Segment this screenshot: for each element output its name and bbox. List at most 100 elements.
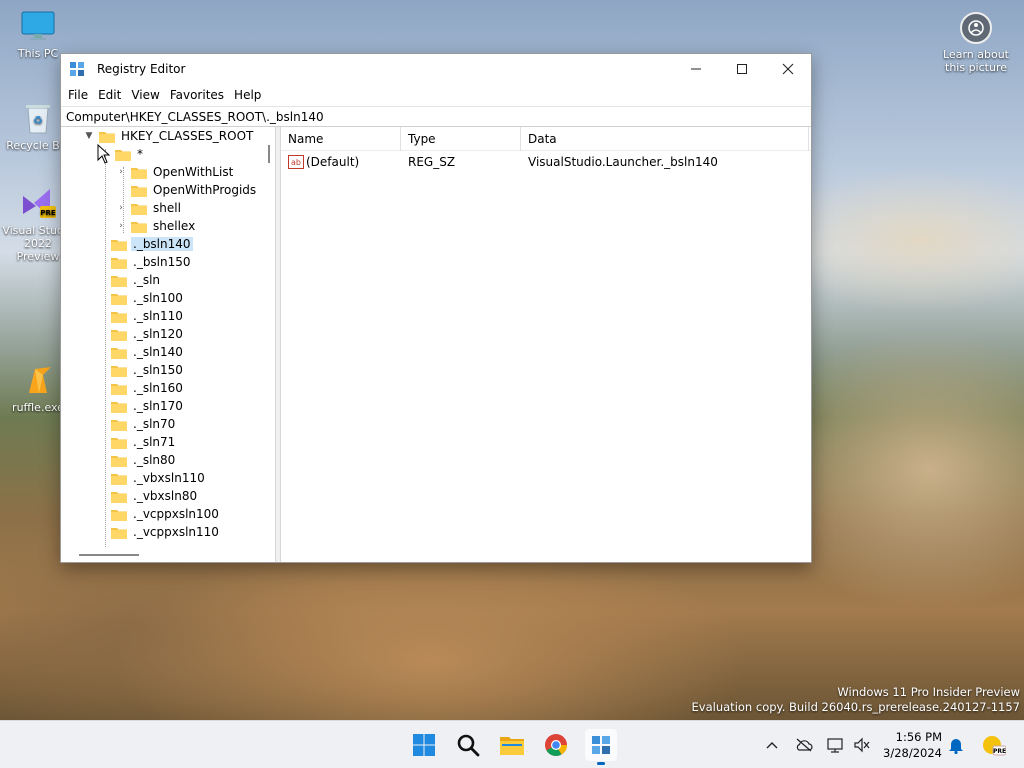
maximize-button[interactable]	[719, 54, 765, 84]
address-bar[interactable]: Computer\HKEY_CLASSES_ROOT\._bsln140	[61, 106, 811, 127]
type-cell: REG_SZ	[401, 155, 521, 169]
clock[interactable]: 1:56 PM 3/28/2024	[872, 729, 942, 761]
tree-item[interactable]: ._sln70	[111, 415, 177, 433]
key-tree[interactable]: ▼ HKEY_CLASSES_ROOT * › OpenWithList Ope…	[61, 127, 275, 562]
watermark-line2: Evaluation copy. Build 26040.rs_prerelea…	[691, 700, 1020, 714]
menu-view[interactable]: View	[126, 88, 164, 102]
tree-item[interactable]: ._sln110	[111, 307, 185, 325]
volume-button[interactable]	[852, 735, 872, 755]
tree-item-label: ._vbxsln110	[133, 471, 205, 485]
watermark-line1: Windows 11 Pro Insider Preview	[837, 685, 1020, 699]
tree-item-label: ._vcppxsln100	[133, 507, 219, 521]
svg-text:♻: ♻	[33, 114, 43, 127]
tree-item[interactable]: ._sln150	[111, 361, 185, 379]
tree-item[interactable]: ._sln80	[111, 451, 177, 469]
column-data[interactable]: Data	[521, 126, 809, 151]
menu-edit[interactable]: Edit	[93, 88, 126, 102]
menu-favorites[interactable]: Favorites	[165, 88, 229, 102]
tree-guide-line	[105, 149, 106, 549]
tree-item-shellex[interactable]: › shellex	[115, 217, 197, 235]
tree-item[interactable]: ._bsln150	[111, 253, 193, 271]
chevron-up-icon	[766, 742, 778, 749]
taskbar: 1:56 PM 3/28/2024 PRE	[0, 720, 1024, 768]
window-title: Registry Editor	[97, 62, 186, 76]
onedrive-button[interactable]	[794, 735, 814, 755]
tree-item-label: ._sln120	[133, 327, 183, 341]
folder-icon	[111, 491, 127, 503]
menu-bar: File Edit View Favorites Help	[61, 84, 811, 106]
tree-item-label: ._sln110	[133, 309, 183, 323]
notifications-button[interactable]	[946, 735, 966, 755]
show-hidden-icons-button[interactable]	[762, 735, 782, 755]
tree-item[interactable]: ._sln100	[111, 289, 185, 307]
recycle-bin-icon: ♻	[20, 100, 56, 136]
tree-item-root[interactable]: ▼ HKEY_CLASSES_ROOT	[83, 127, 255, 145]
insider-badge-button[interactable]: PRE	[982, 735, 1006, 756]
tree-item-openwithlist[interactable]: › OpenWithList	[115, 163, 235, 181]
chrome-icon	[545, 734, 567, 756]
build-watermark: Windows 11 Pro Insider Preview Evaluatio…	[692, 685, 1020, 715]
tree-vertical-scrollbar[interactable]	[263, 127, 275, 547]
folder-icon	[111, 347, 127, 359]
tree-item-label: ._sln100	[133, 291, 183, 305]
scrollbar-thumb[interactable]	[79, 554, 139, 556]
tree-item-label: OpenWithProgids	[153, 183, 257, 197]
mouse-cursor-icon	[97, 144, 111, 164]
tree-item-label: HKEY_CLASSES_ROOT	[121, 129, 254, 143]
tree-item-label: ._sln	[133, 273, 161, 287]
folder-icon	[111, 257, 127, 269]
tree-item-openwithprogids[interactable]: OpenWithProgids	[115, 181, 258, 199]
learn-about-picture[interactable]: Learn about this picture	[936, 8, 1016, 74]
tree-item-label: shell	[153, 201, 181, 215]
folder-icon	[111, 419, 127, 431]
registry-editor-taskbar-button[interactable]	[585, 729, 617, 765]
menu-help[interactable]: Help	[229, 88, 266, 102]
tree-item-selected[interactable]: ._bsln140	[111, 235, 193, 253]
tree-horizontal-scrollbar[interactable]	[61, 547, 275, 562]
chrome-button[interactable]	[540, 729, 572, 761]
tree-item[interactable]: ._sln140	[111, 343, 185, 361]
tree-item[interactable]: ._sln	[111, 271, 162, 289]
tree-item[interactable]: ._sln71	[111, 433, 177, 451]
cloud-offline-icon	[796, 738, 813, 752]
chevron-right-icon[interactable]: ›	[115, 163, 127, 181]
title-bar[interactable]: Registry Editor	[61, 54, 811, 84]
chevron-down-icon[interactable]: ▼	[83, 127, 95, 145]
registry-editor-window[interactable]: Registry Editor File Edit View Favorites…	[60, 53, 812, 563]
bell-icon	[949, 739, 963, 754]
tree-item[interactable]: ._vbxsln80	[111, 487, 199, 505]
scrollbar-thumb[interactable]	[268, 145, 270, 163]
tree-item[interactable]: ._sln170	[111, 397, 185, 415]
tree-item[interactable]: ._vcppxsln110	[111, 523, 221, 541]
menu-file[interactable]: File	[63, 88, 93, 102]
tree-item[interactable]: ._vcppxsln100	[111, 505, 221, 523]
tree-item-label: ._sln170	[133, 399, 183, 413]
folder-icon	[111, 329, 127, 341]
search-button[interactable]	[452, 729, 484, 761]
table-row[interactable]: ab (Default) REG_SZ VisualStudio.Launche…	[281, 152, 811, 172]
value-list[interactable]: Name Type Data ab (Default) REG_SZ Visua…	[281, 126, 811, 562]
tree-item[interactable]: ._vbxsln110	[111, 469, 207, 487]
column-name[interactable]: Name	[281, 126, 401, 151]
column-type[interactable]: Type	[401, 126, 521, 151]
minimize-button[interactable]	[673, 54, 719, 84]
chevron-right-icon[interactable]: ›	[115, 199, 127, 217]
folder-icon	[111, 311, 127, 323]
file-explorer-button[interactable]	[496, 729, 528, 761]
folder-icon	[131, 167, 147, 179]
close-button[interactable]	[765, 54, 811, 84]
tree-item-shell[interactable]: › shell	[115, 199, 183, 217]
network-button[interactable]	[826, 735, 846, 755]
folder-icon	[115, 149, 131, 161]
start-button[interactable]	[408, 729, 440, 761]
tree-item[interactable]: ._sln160	[111, 379, 185, 397]
monitor-icon	[20, 8, 56, 44]
tree-item-label: ._sln70	[133, 417, 176, 431]
folder-icon	[131, 221, 147, 233]
chevron-right-icon[interactable]: ›	[115, 217, 127, 235]
registry-editor-icon	[69, 61, 85, 77]
folder-icon	[111, 437, 127, 449]
tree-item-label: shellex	[153, 219, 196, 233]
tree-item[interactable]: ._sln120	[111, 325, 185, 343]
